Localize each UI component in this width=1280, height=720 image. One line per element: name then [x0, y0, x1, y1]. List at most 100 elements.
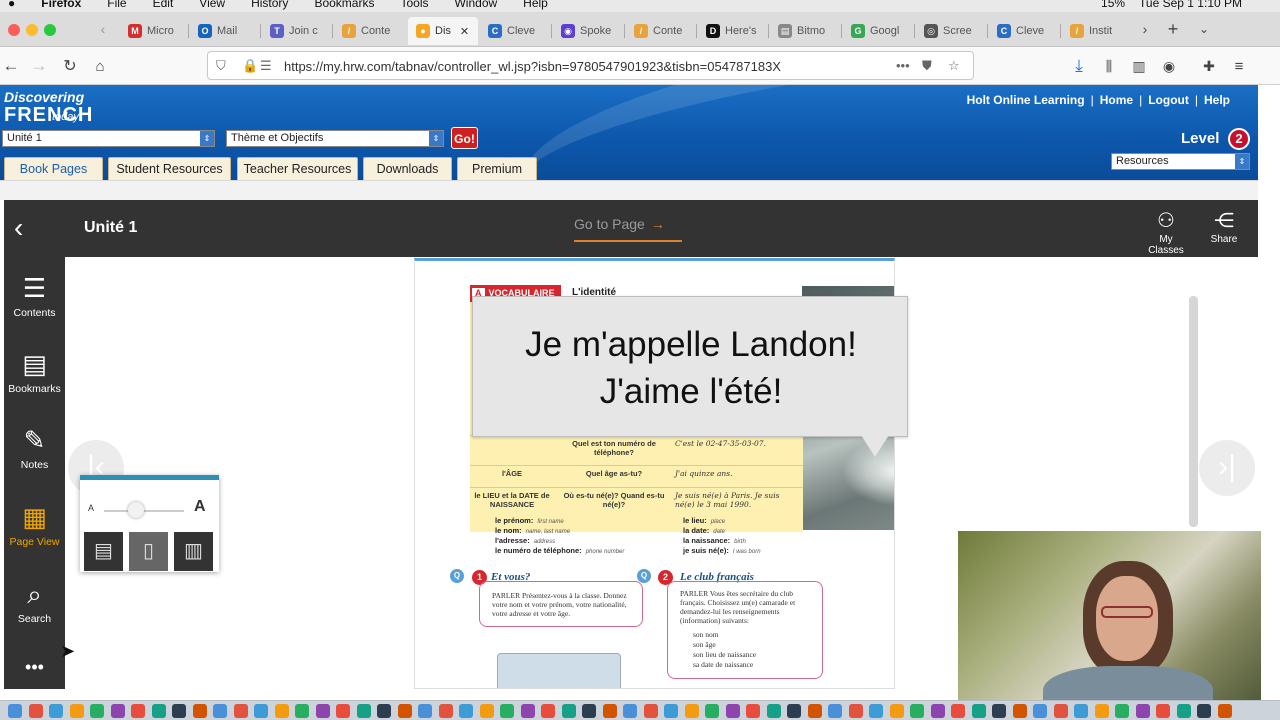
apple-menu[interactable]: ● — [8, 0, 15, 9]
dock-app-icon[interactable] — [254, 704, 268, 718]
sidebar-bookmarks[interactable]: ▤ Bookmarks — [4, 347, 65, 395]
browser-tab[interactable]: C Cleve — [989, 17, 1055, 45]
go-to-page-button[interactable]: Go to Page → — [574, 216, 682, 242]
tab-teacher-resources[interactable]: Teacher Resources — [237, 157, 358, 180]
dock-app-icon[interactable] — [869, 704, 883, 718]
dock-app-icon[interactable] — [766, 704, 781, 718]
menu-window[interactable]: Window — [454, 0, 497, 9]
account-icon[interactable]: ◉ — [1158, 55, 1180, 77]
browser-tab[interactable]: ▤ Bitmo — [770, 17, 836, 45]
menu-bookmarks[interactable]: Bookmarks — [314, 0, 374, 9]
browser-tab[interactable]: M Micro — [120, 17, 186, 45]
zoom-slider-track[interactable] — [104, 510, 184, 512]
link-home[interactable]: Home — [1100, 93, 1133, 107]
link-holt-online-learning[interactable]: Holt Online Learning — [967, 93, 1085, 107]
menubar-clock[interactable]: Tue Sep 1 1:10 PM — [1139, 0, 1242, 9]
browser-tab[interactable]: ◉ Spoke — [553, 17, 619, 45]
dock-app-icon[interactable] — [684, 704, 699, 718]
dock-app-icon[interactable] — [315, 704, 330, 718]
two-page-view-button[interactable]: ▥ — [174, 532, 213, 571]
minimize-window-button[interactable] — [26, 24, 38, 36]
dock-app-icon[interactable] — [377, 704, 391, 718]
dock-app-icon[interactable] — [787, 704, 801, 718]
browser-tab[interactable]: ● Dis ✕ — [408, 17, 478, 45]
dock-app-icon[interactable] — [889, 704, 904, 718]
tab-premium[interactable]: Premium — [457, 157, 537, 180]
close-tab-icon[interactable]: ✕ — [460, 25, 469, 38]
dock-app-icon[interactable] — [828, 704, 842, 718]
dock-app-icon[interactable] — [336, 704, 350, 718]
dock-app-icon[interactable] — [807, 704, 822, 718]
reader-back-chevron-left-icon[interactable]: ‹ — [14, 214, 23, 242]
dock-app-icon[interactable] — [1012, 704, 1027, 718]
dock-app-icon[interactable] — [1074, 704, 1088, 718]
browser-tab[interactable]: D Here's — [698, 17, 764, 45]
dock-app-icon[interactable] — [725, 704, 740, 718]
dock-app-icon[interactable] — [131, 704, 145, 718]
sidebar-page-view[interactable]: ▦ Page View — [4, 500, 65, 548]
link-help[interactable]: Help — [1204, 93, 1230, 107]
tab-scroll-right-icon[interactable]: › — [1134, 18, 1156, 40]
dock-app-icon[interactable] — [69, 704, 84, 718]
menu-edit[interactable]: Edit — [153, 0, 174, 9]
dock-app-icon[interactable] — [930, 704, 945, 718]
browser-tab[interactable]: ◎ Scree — [916, 17, 982, 45]
dock-app-icon[interactable] — [643, 704, 658, 718]
dock-app-icon[interactable] — [520, 704, 535, 718]
dock-app-icon[interactable] — [971, 704, 986, 718]
home-icon[interactable]: ⌂ — [89, 55, 111, 77]
menu-help[interactable]: Help — [523, 0, 548, 9]
dock-app-icon[interactable] — [1156, 704, 1170, 718]
dock-app-icon[interactable] — [848, 704, 863, 718]
dock-app-icon[interactable] — [233, 704, 248, 718]
dock-app-icon[interactable] — [561, 704, 576, 718]
dock-app-icon[interactable] — [992, 704, 1006, 718]
dock-app-icon[interactable] — [90, 704, 104, 718]
dock-app-icon[interactable] — [1115, 704, 1129, 718]
reload-icon[interactable]: ↻ — [59, 55, 81, 77]
tab-downloads[interactable]: Downloads — [363, 157, 452, 180]
menu-file[interactable]: File — [107, 0, 126, 9]
dock-app-icon[interactable] — [479, 704, 494, 718]
menu-view[interactable]: View — [199, 0, 225, 9]
dock-app-icon[interactable] — [295, 704, 309, 718]
dock-app-icon[interactable] — [623, 704, 637, 718]
extensions-icon[interactable]: ✚ — [1198, 55, 1220, 77]
dock-app-icon[interactable] — [192, 704, 207, 718]
dock-app-icon[interactable] — [8, 704, 22, 718]
dock-app-icon[interactable] — [664, 704, 678, 718]
dock-app-icon[interactable] — [356, 704, 371, 718]
browser-tab[interactable]: / Conte — [626, 17, 692, 45]
theme-select[interactable]: Thème et Objectifs ⇕ — [226, 130, 444, 147]
unit-select[interactable]: Unité 1 ⇕ — [2, 130, 215, 147]
go-button[interactable]: Go! — [451, 127, 478, 149]
library-icon[interactable]: ⫼ — [1098, 55, 1120, 77]
dock-app-icon[interactable] — [397, 704, 412, 718]
resources-select[interactable]: Resources ⇕ — [1111, 153, 1250, 170]
dock-app-icon[interactable] — [49, 704, 63, 718]
dock-app-icon[interactable] — [274, 704, 289, 718]
dock-app-icon[interactable] — [705, 704, 719, 718]
lock-icon[interactable]: 🔒 — [242, 58, 258, 74]
browser-tab[interactable]: G Googl — [843, 17, 909, 45]
dock-app-icon[interactable] — [1053, 704, 1068, 718]
dock-app-icon[interactable] — [951, 704, 965, 718]
back-arrow-icon[interactable]: ← — [0, 55, 22, 77]
dock-app-icon[interactable] — [541, 704, 555, 718]
menu-history[interactable]: History — [251, 0, 288, 9]
pocket-icon[interactable]: ⛊ — [922, 58, 932, 74]
dock-app-icon[interactable] — [1135, 704, 1150, 718]
zoom-slider-handle[interactable] — [128, 502, 144, 518]
new-tab-button[interactable]: + — [1162, 18, 1184, 40]
zoom-window-button[interactable] — [44, 24, 56, 36]
forward-arrow-icon[interactable]: → — [28, 55, 50, 77]
downloads-icon[interactable]: ⤓ — [1068, 55, 1090, 77]
dock-app-icon[interactable] — [746, 704, 760, 718]
sidebar-icon[interactable]: ▥ — [1128, 55, 1150, 77]
single-page-view-button[interactable]: ▯ — [129, 532, 168, 571]
scroll-view-button[interactable]: ▤ — [84, 532, 123, 571]
dock-app-icon[interactable] — [418, 704, 432, 718]
url-bar[interactable]: ⛉ 🔒 ☰ https://my.hrw.com/tabnav/controll… — [207, 51, 974, 80]
browser-tab[interactable]: / Conte — [334, 17, 400, 45]
dock-app-icon[interactable] — [1033, 704, 1047, 718]
